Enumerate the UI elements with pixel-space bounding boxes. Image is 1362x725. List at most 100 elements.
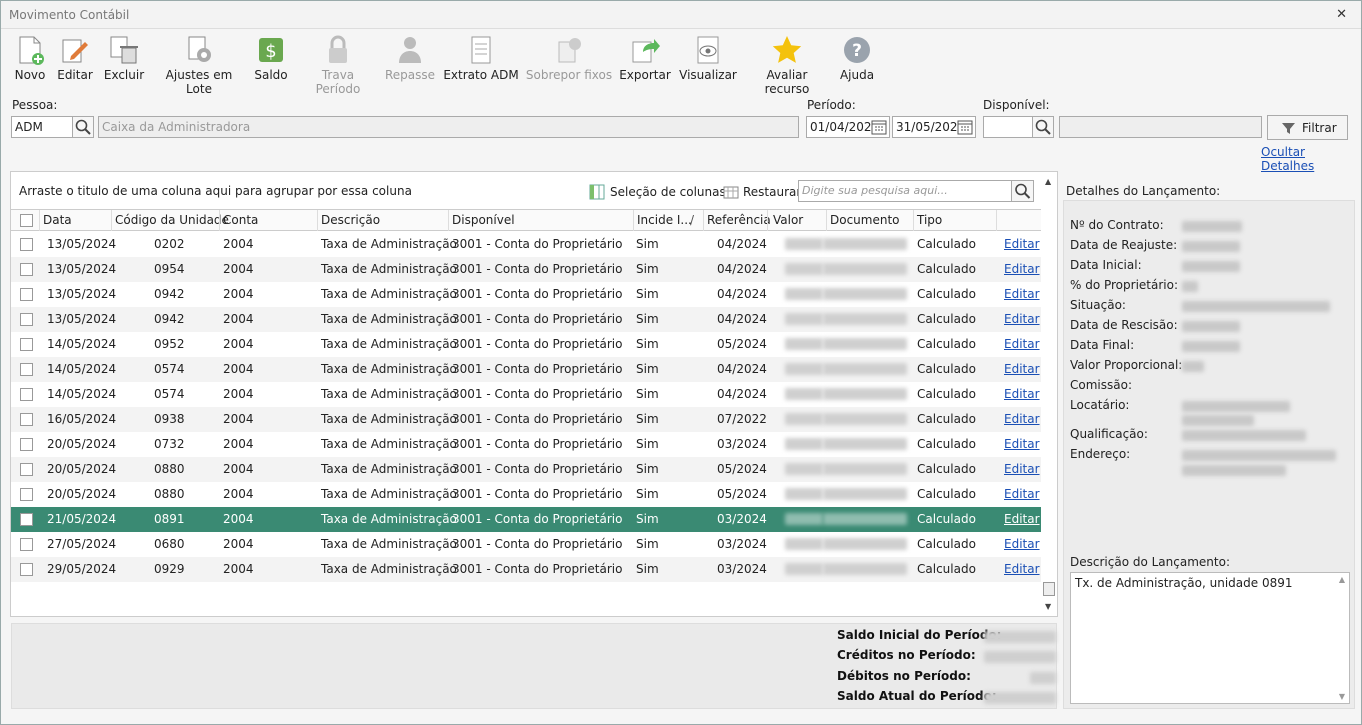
- table-row[interactable]: 20/05/2024 0880 2004 Taxa de Administração 3…: [11, 482, 1041, 507]
- table-row[interactable]: 13/05/2024 0942 2004 Taxa de Administração 3…: [11, 282, 1041, 307]
- scroll-up-icon[interactable]: ▲: [1045, 177, 1051, 186]
- description-textarea[interactable]: Tx. de Administração, unidade 0891 ▲ ▼: [1070, 572, 1350, 704]
- edit-row-link[interactable]: Editar: [1004, 562, 1040, 576]
- cell-tipo: Calculado: [917, 287, 976, 301]
- edit-row-link[interactable]: Editar: [1004, 387, 1040, 401]
- cell-incide: Sim: [636, 262, 659, 276]
- table-row[interactable]: 20/05/2024 0732 2004 Taxa de Administração 3…: [11, 432, 1041, 457]
- edit-row-link[interactable]: Editar: [1004, 537, 1040, 551]
- column-header[interactable]: Descrição: [321, 213, 380, 227]
- edit-row-link[interactable]: Editar: [1004, 412, 1040, 426]
- column-header[interactable]: Código da Unidade: [115, 213, 229, 227]
- calendar-icon[interactable]: [957, 119, 973, 135]
- cell-documento: [823, 538, 907, 550]
- table-row[interactable]: 13/05/2024 0942 2004 Taxa de Administração 3…: [11, 307, 1041, 332]
- column-header[interactable]: Disponível: [452, 213, 515, 227]
- column-header[interactable]: Referência: [707, 213, 771, 227]
- star-icon: [772, 36, 802, 63]
- column-header[interactable]: Conta: [223, 213, 258, 227]
- row-checkbox[interactable]: [20, 463, 33, 476]
- row-checkbox[interactable]: [20, 338, 33, 351]
- view-button[interactable]: Visualizar: [679, 34, 737, 86]
- new-button[interactable]: Novo: [9, 34, 51, 86]
- edit-row-link[interactable]: Editar: [1004, 287, 1040, 301]
- help-button[interactable]: ? Ajuda: [837, 34, 877, 86]
- row-checkbox[interactable]: [20, 388, 33, 401]
- person-code-input[interactable]: ADM: [11, 116, 73, 138]
- scroll-down-icon[interactable]: ▼: [1339, 692, 1345, 701]
- grid-search-input[interactable]: Digite sua pesquisa aqui...: [798, 180, 1012, 202]
- row-checkbox[interactable]: [20, 488, 33, 501]
- cell-unidade: 0732: [154, 437, 185, 451]
- close-icon[interactable]: ✕: [1336, 7, 1347, 22]
- edit-row-link[interactable]: Editar: [1004, 487, 1040, 501]
- rate-feature-button[interactable]: Avaliar recurso: [744, 34, 830, 96]
- batch-adjust-button[interactable]: Ajustes em Lote: [153, 34, 245, 96]
- row-checkbox[interactable]: [20, 263, 33, 276]
- transfer-button[interactable]: Repasse: [385, 34, 435, 86]
- cell-referencia: 04/2024: [717, 287, 767, 301]
- cell-disponivel: 3001 - Conta do Proprietário: [452, 287, 623, 301]
- row-checkbox[interactable]: [20, 288, 33, 301]
- balance-button[interactable]: $ Saldo: [252, 34, 290, 86]
- calendar-icon[interactable]: [871, 119, 887, 135]
- search-icon: [1035, 119, 1051, 135]
- available-code-input[interactable]: [983, 116, 1033, 138]
- table-row[interactable]: 14/05/2024 0952 2004 Taxa de Administração 3…: [11, 332, 1041, 357]
- column-header[interactable]: Documento: [830, 213, 900, 227]
- scroll-up-icon[interactable]: ▲: [1339, 575, 1345, 584]
- table-row[interactable]: 14/05/2024 0574 2004 Taxa de Administração 3…: [11, 357, 1041, 382]
- table-row[interactable]: 20/05/2024 0880 2004 Taxa de Administração 3…: [11, 457, 1041, 482]
- delete-button[interactable]: Excluir: [103, 34, 145, 86]
- edit-row-link[interactable]: Editar: [1004, 237, 1040, 251]
- row-checkbox[interactable]: [20, 413, 33, 426]
- cell-data: 14/05/2024: [47, 387, 117, 401]
- column-header[interactable]: Data: [43, 213, 72, 227]
- lock-period-button[interactable]: Trava Período: [299, 34, 377, 96]
- row-checkbox[interactable]: [20, 563, 33, 576]
- select-all-checkbox[interactable]: [20, 214, 33, 227]
- row-checkbox[interactable]: [20, 513, 33, 526]
- cell-data: 13/05/2024: [47, 312, 117, 326]
- column-header[interactable]: Valor: [773, 213, 803, 227]
- table-row[interactable]: 13/05/2024 0954 2004 Taxa de Administração 3…: [11, 257, 1041, 282]
- row-checkbox[interactable]: [20, 238, 33, 251]
- filter-button[interactable]: Filtrar: [1267, 115, 1348, 140]
- table-row[interactable]: 16/05/2024 0938 2004 Taxa de Administração 3…: [11, 407, 1041, 432]
- column-selection-button[interactable]: Seleção de colunas: [610, 185, 726, 199]
- edit-row-link[interactable]: Editar: [1004, 312, 1040, 326]
- edit-row-link[interactable]: Editar: [1004, 262, 1040, 276]
- row-checkbox[interactable]: [20, 438, 33, 451]
- vertical-scrollbar[interactable]: ▲ ▼: [1041, 173, 1057, 615]
- edit-row-link[interactable]: Editar: [1004, 362, 1040, 376]
- edit-row-link[interactable]: Editar: [1004, 512, 1040, 526]
- column-header[interactable]: Tipo: [917, 213, 942, 227]
- hide-details-link[interactable]: Ocultar Detalhes: [1261, 145, 1361, 173]
- cell-unidade: 0880: [154, 487, 185, 501]
- cell-tipo: Calculado: [917, 437, 976, 451]
- edit-row-link[interactable]: Editar: [1004, 462, 1040, 476]
- restore-button[interactable]: Restaurar: [743, 185, 801, 199]
- scroll-thumb[interactable]: [1043, 582, 1055, 596]
- table-row[interactable]: 13/05/2024 0202 2004 Taxa de Administração 3…: [11, 232, 1041, 257]
- overlay-fixed-button[interactable]: Sobrepor fixos: [525, 34, 613, 86]
- table-row[interactable]: 21/05/2024 0891 2004 Taxa de Administração 3…: [11, 507, 1041, 532]
- statement-adm-button[interactable]: Extrato ADM: [443, 34, 519, 86]
- edit-row-link[interactable]: Editar: [1004, 437, 1040, 451]
- table-row[interactable]: 14/05/2024 0574 2004 Taxa de Administração 3…: [11, 382, 1041, 407]
- edit-button[interactable]: Editar: [55, 34, 95, 86]
- export-button[interactable]: Exportar: [619, 34, 671, 86]
- table-row[interactable]: 27/05/2024 0680 2004 Taxa de Administração 3…: [11, 532, 1041, 557]
- scroll-down-icon[interactable]: ▼: [1045, 602, 1051, 611]
- row-checkbox[interactable]: [20, 538, 33, 551]
- row-checkbox[interactable]: [20, 363, 33, 376]
- table-row[interactable]: 29/05/2024 0929 2004 Taxa de Administração 3…: [11, 557, 1041, 582]
- grid-search-button[interactable]: [1011, 180, 1034, 202]
- available-search-button[interactable]: [1032, 116, 1054, 138]
- cell-unidade: 0202: [154, 237, 185, 251]
- row-checkbox[interactable]: [20, 313, 33, 326]
- column-header[interactable]: Incide I...: [637, 213, 692, 227]
- cell-disponivel: 3001 - Conta do Proprietário: [452, 262, 623, 276]
- person-search-button[interactable]: [72, 116, 94, 138]
- edit-row-link[interactable]: Editar: [1004, 337, 1040, 351]
